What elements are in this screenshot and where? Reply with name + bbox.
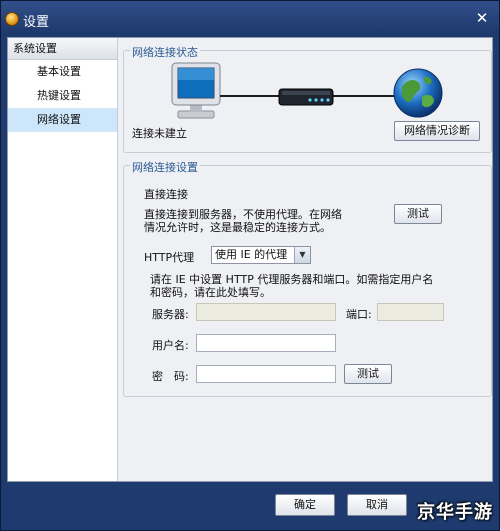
close-icon[interactable]: ✕ [473,9,491,27]
settings-window: 设置 ✕ 系统设置 基本设置 热键设置 网络设置 网络连接状态 连接未建立 网络… [0,0,500,531]
sidebar-item-hotkeys[interactable]: 热键设置 [8,84,117,108]
server-label: 服务器: [152,308,189,321]
router-icon [278,88,334,106]
network-diagnose-button[interactable]: 网络情况诊断 [394,121,480,141]
port-label: 端口: [346,308,372,321]
sidebar-header: 系统设置 [8,38,117,60]
connection-status-text: 连接未建立 [132,127,187,140]
dialog-body: 系统设置 基本设置 热键设置 网络设置 网络连接状态 连接未建立 网络情况诊断 … [7,37,493,482]
computer-icon [171,62,221,119]
sidebar-item-basic[interactable]: 基本设置 [8,60,117,84]
http-proxy-selected-value: 使用 IE 的代理 [215,248,288,261]
window-title: 设置 [23,15,50,30]
settings-sidebar: 系统设置 基本设置 热键设置 网络设置 [8,38,118,481]
proxy-note-line2: 和密码，请在此处填写。 [150,286,271,299]
globe-icon [393,68,443,118]
direct-test-button[interactable]: 测试 [394,204,442,224]
network-status-legend: 网络连接状态 [130,44,200,60]
dropdown-arrow-icon[interactable]: ▼ [294,247,310,263]
title-bar[interactable]: 设置 ✕ [1,1,499,37]
password-input[interactable] [196,365,336,383]
watermark-text: 京华手游 [417,502,493,523]
password-label: 密 码: [152,370,189,383]
network-settings-legend: 网络连接设置 [130,159,200,175]
server-input[interactable] [196,303,336,321]
sidebar-item-network[interactable]: 网络设置 [8,108,117,132]
http-proxy-select[interactable]: 使用 IE 的代理 ▼ [211,246,311,264]
network-settings-group: 网络连接设置 直接连接 直接连接到服务器，不使用代理。在网络 情况允许时，这是最… [123,159,492,397]
cancel-button[interactable]: 取消 [347,494,407,516]
ok-button[interactable]: 确定 [275,494,335,516]
settings-app-icon [5,12,19,26]
network-status-group: 网络连接状态 连接未建立 网络情况诊断 [123,44,492,153]
username-label: 用户名: [152,339,189,352]
username-input[interactable] [196,334,336,352]
auth-test-button[interactable]: 测试 [344,364,392,384]
port-input[interactable] [377,303,444,321]
http-proxy-label: HTTP代理 [144,251,195,264]
direct-connect-desc-line2: 情况允许时，这是最稳定的连接方式。 [144,221,331,234]
direct-connect-title: 直接连接 [144,188,188,201]
